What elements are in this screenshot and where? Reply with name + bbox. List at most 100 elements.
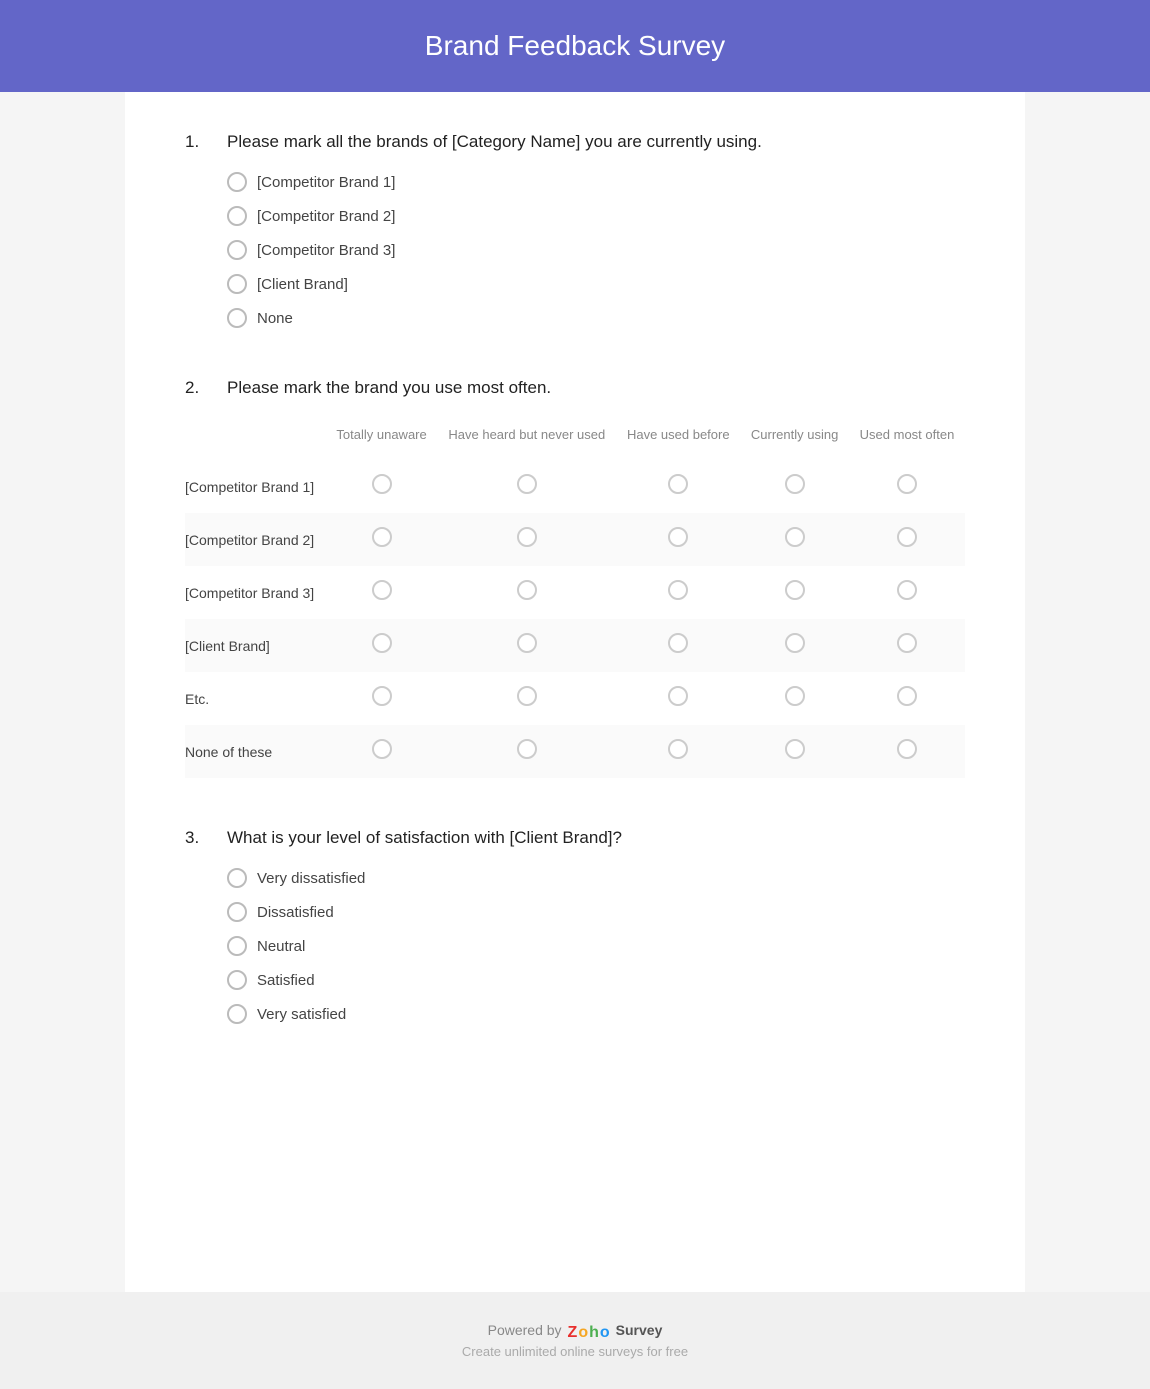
radio-button[interactable] <box>668 474 688 494</box>
radio-button[interactable] <box>668 580 688 600</box>
list-item[interactable]: Very satisfied <box>227 1004 965 1024</box>
question-1-number: 1. <box>185 132 215 152</box>
matrix-row-label: Etc. <box>185 672 326 725</box>
zoho-logo: Zoho <box>568 1324 610 1342</box>
radio-button[interactable] <box>227 936 247 956</box>
question-2-text: Please mark the brand you use most often… <box>227 378 551 398</box>
list-item[interactable]: None <box>227 308 965 328</box>
radio-button[interactable] <box>227 902 247 922</box>
zoho-letter-o2: o <box>600 1324 610 1342</box>
option-label: Neutral <box>257 938 305 955</box>
option-label: [Competitor Brand 2] <box>257 208 395 225</box>
radio-button[interactable] <box>227 308 247 328</box>
matrix-col-header-blank <box>185 418 326 460</box>
matrix-row-label: [Competitor Brand 3] <box>185 566 326 619</box>
option-label: [Client Brand] <box>257 276 348 293</box>
matrix-row-label: [Competitor Brand 1] <box>185 460 326 513</box>
survey-title: Brand Feedback Survey <box>20 30 1130 62</box>
list-item[interactable]: [Competitor Brand 1] <box>227 172 965 192</box>
radio-button[interactable] <box>227 1004 247 1024</box>
question-1: 1. Please mark all the brands of [Catego… <box>185 132 965 328</box>
radio-button[interactable] <box>372 580 392 600</box>
matrix-row-label: None of these <box>185 725 326 778</box>
matrix-col-header-1: Have heard but never used <box>437 418 616 460</box>
radio-button[interactable] <box>372 686 392 706</box>
table-row: Etc. <box>185 672 965 725</box>
list-item[interactable]: [Competitor Brand 2] <box>227 206 965 226</box>
radio-button[interactable] <box>897 739 917 759</box>
table-row: [Client Brand] <box>185 619 965 672</box>
question-2-number: 2. <box>185 378 215 398</box>
radio-button[interactable] <box>897 633 917 653</box>
matrix-col-header-2: Have used before <box>616 418 740 460</box>
radio-button[interactable] <box>227 206 247 226</box>
radio-button[interactable] <box>668 527 688 547</box>
list-item[interactable]: [Competitor Brand 3] <box>227 240 965 260</box>
radio-button[interactable] <box>785 527 805 547</box>
option-label: Satisfied <box>257 972 315 989</box>
main-content: 1. Please mark all the brands of [Catego… <box>125 92 1025 1292</box>
list-item[interactable]: Neutral <box>227 936 965 956</box>
matrix-row-label: [Competitor Brand 2] <box>185 513 326 566</box>
radio-button[interactable] <box>227 868 247 888</box>
survey-brand-suffix: Survey <box>616 1322 663 1338</box>
matrix-col-header-3: Currently using <box>740 418 849 460</box>
footer-tagline: Create unlimited online surveys for free <box>20 1344 1130 1359</box>
radio-button[interactable] <box>372 739 392 759</box>
radio-button[interactable] <box>785 686 805 706</box>
option-label: None <box>257 310 293 327</box>
radio-button[interactable] <box>785 580 805 600</box>
question-3-text: What is your level of satisfaction with … <box>227 828 622 848</box>
radio-button[interactable] <box>517 686 537 706</box>
option-label: Dissatisfied <box>257 904 334 921</box>
table-row: [Competitor Brand 2] <box>185 513 965 566</box>
table-row: [Competitor Brand 3] <box>185 566 965 619</box>
radio-button[interactable] <box>897 527 917 547</box>
list-item[interactable]: [Client Brand] <box>227 274 965 294</box>
radio-button[interactable] <box>227 240 247 260</box>
radio-button[interactable] <box>785 739 805 759</box>
radio-button[interactable] <box>668 739 688 759</box>
option-label: [Competitor Brand 3] <box>257 242 395 259</box>
option-label: Very dissatisfied <box>257 870 365 887</box>
radio-button[interactable] <box>517 633 537 653</box>
radio-button[interactable] <box>785 633 805 653</box>
option-label: [Competitor Brand 1] <box>257 174 395 191</box>
radio-button[interactable] <box>372 527 392 547</box>
powered-by-text: Powered by <box>488 1322 562 1338</box>
radio-button[interactable] <box>372 474 392 494</box>
radio-button[interactable] <box>227 970 247 990</box>
header: Brand Feedback Survey <box>0 0 1150 92</box>
question-2: 2. Please mark the brand you use most of… <box>185 378 965 778</box>
zoho-letter-z: Z <box>568 1324 578 1342</box>
radio-button[interactable] <box>897 580 917 600</box>
zoho-letter-h: h <box>589 1324 599 1342</box>
matrix-col-header-0: Totally unaware <box>326 418 438 460</box>
radio-button[interactable] <box>517 739 537 759</box>
radio-button[interactable] <box>227 274 247 294</box>
footer: Powered by Zoho Survey Create unlimited … <box>0 1292 1150 1389</box>
question-1-text: Please mark all the brands of [Category … <box>227 132 762 152</box>
radio-button[interactable] <box>517 580 537 600</box>
matrix-table: Totally unaware Have heard but never use… <box>185 418 965 778</box>
list-item[interactable]: Dissatisfied <box>227 902 965 922</box>
radio-button[interactable] <box>227 172 247 192</box>
radio-button[interactable] <box>897 686 917 706</box>
table-row: [Competitor Brand 1] <box>185 460 965 513</box>
list-item[interactable]: Very dissatisfied <box>227 868 965 888</box>
radio-button[interactable] <box>785 474 805 494</box>
radio-button[interactable] <box>668 633 688 653</box>
option-label: Very satisfied <box>257 1006 346 1023</box>
radio-button[interactable] <box>668 686 688 706</box>
matrix-col-header-4: Used most often <box>849 418 965 460</box>
radio-button[interactable] <box>517 474 537 494</box>
radio-button[interactable] <box>372 633 392 653</box>
radio-button[interactable] <box>897 474 917 494</box>
table-row: None of these <box>185 725 965 778</box>
question-3-number: 3. <box>185 828 215 848</box>
matrix-row-label: [Client Brand] <box>185 619 326 672</box>
radio-button[interactable] <box>517 527 537 547</box>
question-3: 3. What is your level of satisfaction wi… <box>185 828 965 1024</box>
zoho-letter-o1: o <box>578 1324 588 1342</box>
list-item[interactable]: Satisfied <box>227 970 965 990</box>
